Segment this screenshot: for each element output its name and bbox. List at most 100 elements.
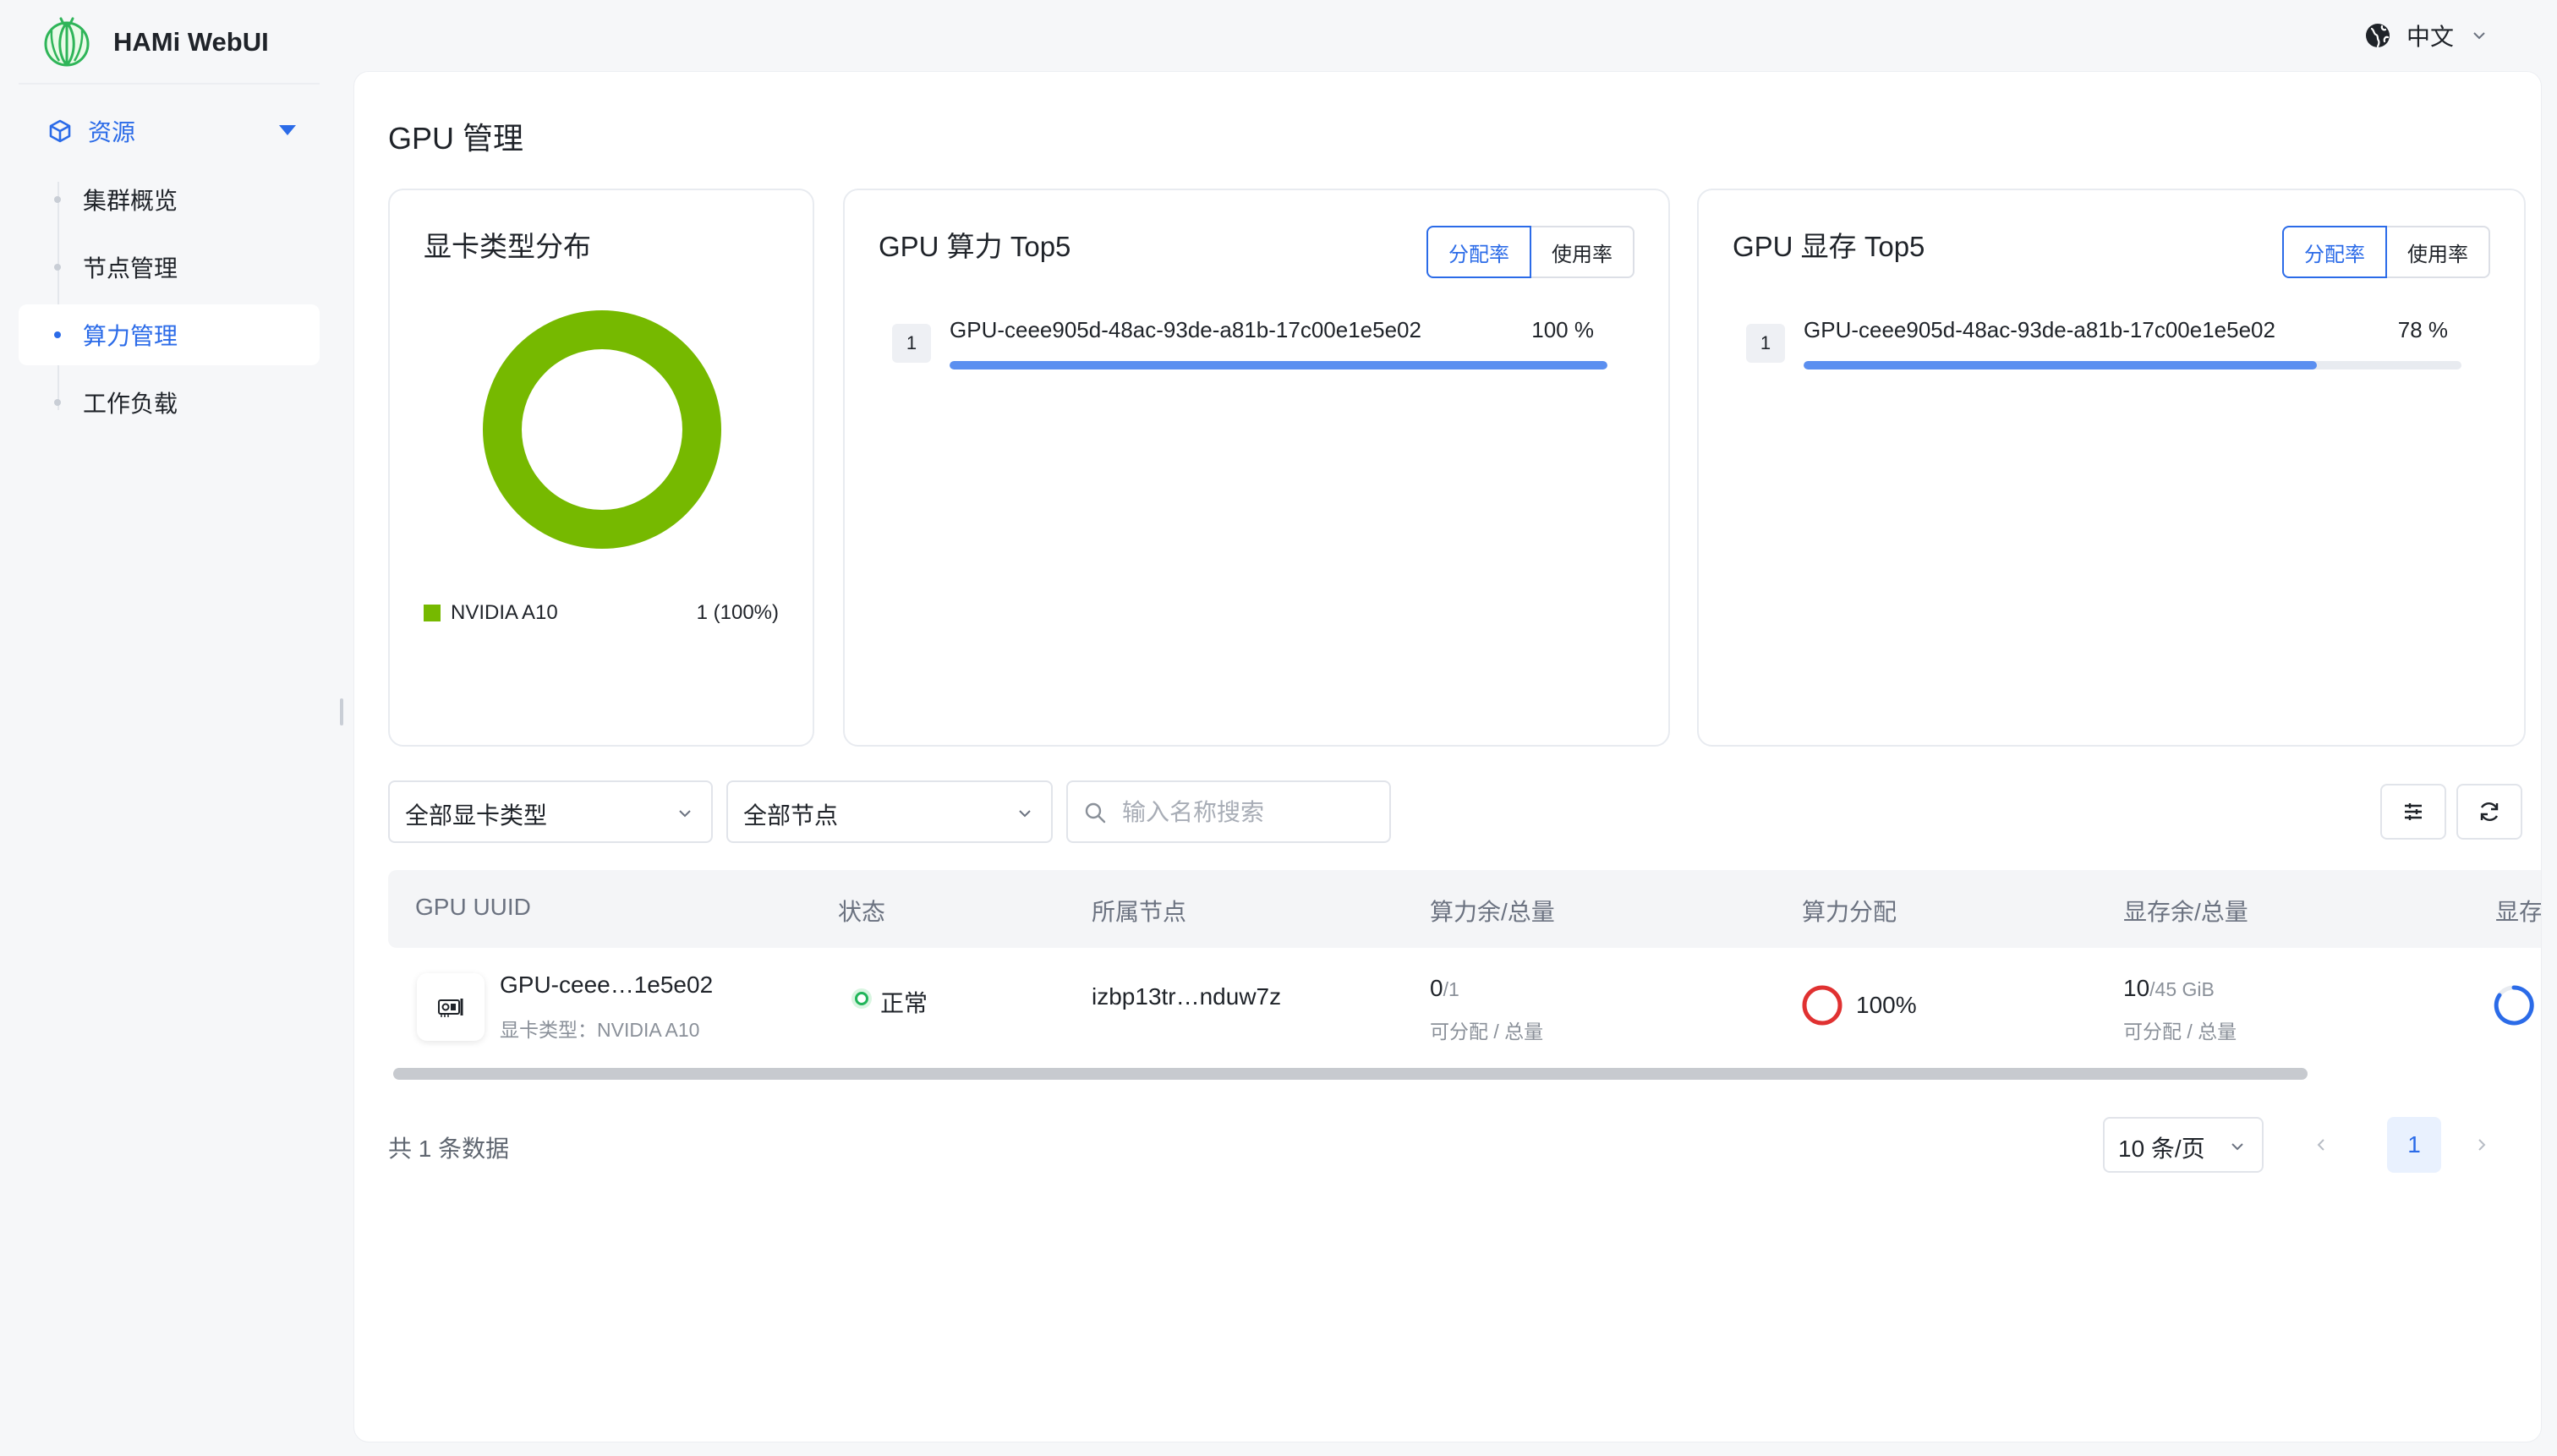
sidebar-collapse-handle[interactable] — [340, 698, 343, 725]
memory-free: 10 — [2123, 975, 2150, 1001]
gpu-type-select[interactable]: 全部显卡类型 — [388, 780, 713, 843]
tab-allocation-rate[interactable]: 分配率 — [2282, 226, 2387, 278]
total-count: 共 1 条数据 — [388, 1136, 510, 1162]
column-header-compute-remaining: 算力余/总量 — [1430, 899, 1555, 925]
tab-usage-rate[interactable]: 使用率 — [2387, 226, 2490, 278]
status-ok-icon — [851, 988, 872, 1009]
percent-value: 78 % — [2397, 317, 2448, 342]
memory-allocation-ring — [2494, 985, 2534, 1026]
tab-usage-rate[interactable]: 使用率 — [1531, 226, 1634, 278]
sidebar: HAMi WebUI 资源 集群概览 节点管理 算力管理 工作负载 — [0, 0, 330, 1456]
legend-swatch — [424, 605, 441, 621]
melon-logo-icon — [44, 17, 90, 67]
progress-track — [1804, 361, 2461, 369]
chevron-right-icon — [2478, 1139, 2486, 1151]
sidebar-item-compute-management[interactable]: 算力管理 — [19, 304, 320, 365]
memory-remaining: 10/45 GiB — [2123, 975, 2215, 1002]
horizontal-scrollbar[interactable] — [393, 1068, 2308, 1080]
nav-dot — [54, 264, 61, 271]
sidebar-item-workloads[interactable]: 工作负载 — [19, 372, 320, 433]
search-input[interactable] — [1120, 794, 1374, 831]
next-page-button[interactable] — [2463, 1124, 2500, 1166]
sidebar-item-node-management[interactable]: 节点管理 — [19, 237, 320, 298]
sidebar-item-cluster-overview[interactable]: 集群概览 — [19, 169, 320, 230]
refresh-icon — [2480, 802, 2499, 821]
chevron-down-icon — [679, 810, 691, 818]
memory-sub-label: 可分配 / 总量 — [2123, 1021, 2237, 1043]
memory-total: /45 GiB — [2149, 978, 2215, 1000]
page-title: GPU 管理 — [388, 121, 524, 156]
column-header-uuid: GPU UUID — [415, 894, 531, 920]
select-value: 全部节点 — [743, 802, 839, 829]
progress-fill — [1804, 361, 2317, 369]
legend-value: 1 (100%) — [696, 601, 779, 624]
gpu-type-donut-chart — [483, 310, 721, 549]
app-name: HAMi WebUI — [113, 27, 269, 57]
nav-dot — [54, 331, 61, 338]
prev-page-button[interactable] — [2302, 1124, 2340, 1166]
gpu-type-card: 显卡类型分布 NVIDIA A10 1 (100%) — [388, 189, 814, 747]
chevron-down-icon — [1019, 810, 1031, 818]
legend-name: NVIDIA A10 — [451, 601, 558, 624]
sidebar-item-label: 节点管理 — [83, 255, 178, 282]
card-title: GPU 算力 Top5 — [879, 231, 1071, 262]
rank-badge: 1 — [1746, 324, 1785, 363]
column-settings-button[interactable] — [2380, 784, 2446, 840]
nav-group-label: 资源 — [88, 119, 136, 145]
gpu-card-icon — [417, 973, 485, 1041]
memory-top5-card: GPU 显存 Top5 分配率 使用率 1 GPU-ceee905d-48ac-… — [1697, 189, 2526, 747]
nav-group-resources[interactable]: 资源 — [19, 105, 320, 157]
column-header-node: 所属节点 — [1092, 899, 1187, 925]
refresh-button[interactable] — [2456, 784, 2522, 840]
legend-item[interactable]: NVIDIA A10 1 (100%) — [424, 596, 779, 630]
tab-allocation-rate[interactable]: 分配率 — [1426, 226, 1531, 278]
top5-row[interactable]: 1 GPU-ceee905d-48ac-93de-a81b-17c00e1e5e… — [892, 317, 1619, 385]
gpu-chip-graphic — [438, 999, 463, 1017]
globe-icon — [2366, 24, 2390, 48]
compute-allocation-value: 100% — [1856, 992, 1917, 1018]
compute-allocation-ring — [1802, 985, 1842, 1026]
search-icon — [1085, 802, 1106, 824]
search-box — [1066, 780, 1391, 843]
sidebar-item-label: 工作负载 — [83, 391, 178, 417]
status-text: 正常 — [880, 990, 928, 1016]
column-header-status: 状态 — [838, 899, 886, 925]
column-header-memory: 显存 — [2495, 899, 2542, 925]
compute-total: /1 — [1443, 978, 1459, 1000]
chevron-left-icon — [2317, 1139, 2324, 1151]
column-header-compute-allocation: 算力分配 — [1802, 899, 1897, 925]
page-number-current[interactable]: 1 — [2387, 1117, 2441, 1173]
cube-icon — [49, 119, 71, 143]
memory-metric-toggle: 分配率 使用率 — [2282, 226, 2490, 278]
compute-metric-toggle: 分配率 使用率 — [1426, 226, 1634, 278]
table-row[interactable]: GPU-ceee…1e5e02 显卡类型：NVIDIA A10 正常 izbp1… — [388, 948, 2541, 1066]
brand[interactable]: HAMi WebUI — [41, 15, 269, 69]
card-title: GPU 显存 Top5 — [1733, 231, 1925, 262]
sidebar-divider — [19, 83, 320, 85]
main-panel: GPU 管理 显卡类型分布 NVIDIA A10 1 (100%) GPU 算力… — [353, 71, 2542, 1442]
sidebar-item-label: 集群概览 — [83, 188, 178, 214]
compute-remaining: 0/1 — [1430, 975, 1459, 1002]
top5-row[interactable]: 1 GPU-ceee905d-48ac-93de-a81b-17c00e1e5e… — [1746, 317, 2473, 385]
donut-slice-nvidia-a10[interactable] — [483, 310, 721, 549]
table-header: GPU UUID 状态 所属节点 算力余/总量 算力分配 显存余/总量 显存 — [388, 870, 2542, 948]
caret-down-icon — [279, 125, 296, 135]
column-settings-icon — [2405, 803, 2422, 820]
page-size-select[interactable]: 10 条/页 — [2103, 1117, 2264, 1173]
language-switcher[interactable]: 中文 — [2364, 17, 2488, 54]
compute-top5-card: GPU 算力 Top5 分配率 使用率 1 GPU-ceee905d-48ac-… — [843, 189, 1670, 747]
node-select[interactable]: 全部节点 — [726, 780, 1053, 843]
gpu-type-label: 显卡类型：NVIDIA A10 — [500, 1019, 700, 1041]
chevron-down-icon — [2473, 32, 2485, 40]
gpu-uuid[interactable]: GPU-ceee…1e5e02 — [500, 972, 713, 999]
select-value: 全部显卡类型 — [405, 802, 548, 829]
compute-sub-label: 可分配 / 总量 — [1430, 1021, 1544, 1043]
compute-free: 0 — [1430, 975, 1443, 1001]
language-label: 中文 — [2406, 24, 2455, 50]
gpu-name: GPU-ceee905d-48ac-93de-a81b-17c00e1e5e02 — [1804, 317, 2275, 342]
progress-track — [950, 361, 1607, 369]
column-header-memory-remaining: 显存余/总量 — [2123, 899, 2248, 925]
page-size-value: 10 条/页 — [2118, 1136, 2205, 1162]
progress-fill — [950, 361, 1607, 369]
node-name[interactable]: izbp13tr…nduw7z — [1092, 983, 1281, 1010]
